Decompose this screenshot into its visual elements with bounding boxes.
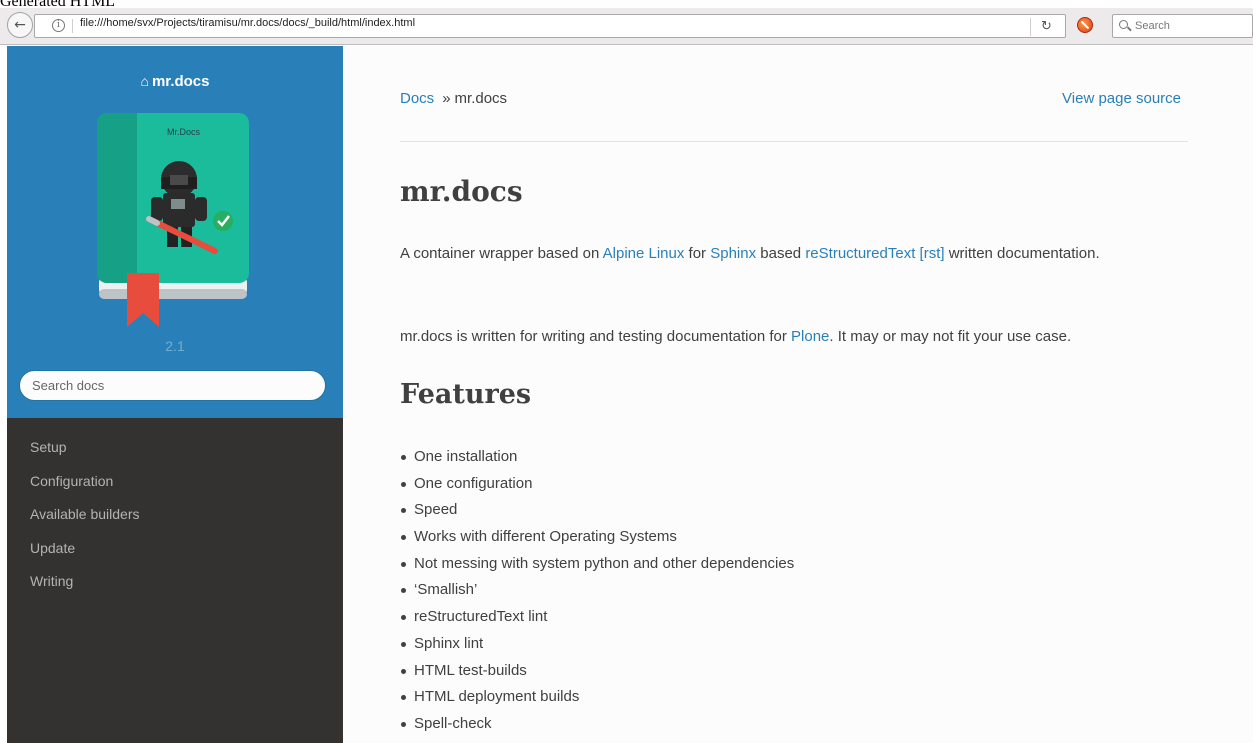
list-item: reStructuredText lint [400, 606, 794, 633]
rst-link[interactable]: reStructuredText [rst] [805, 245, 944, 262]
sidebar-item-update[interactable]: Update [7, 537, 343, 571]
view-page-source-link[interactable]: View page source [1062, 90, 1181, 107]
search-docs-input[interactable] [19, 370, 326, 401]
page-caption: Generated HTML [0, 0, 300, 8]
list-item: One installation [400, 446, 794, 473]
main-content: Docs» mr.docs View page source mr.docs A … [343, 46, 1253, 743]
list-item: HTML deployment builds [400, 686, 794, 713]
breadcrumb-separator: » [442, 90, 451, 107]
breadcrumb: Docs » mr.docs [400, 90, 507, 107]
addon-block-icon[interactable] [1077, 17, 1093, 33]
purpose-paragraph: mr.docs is written for writing and testi… [400, 325, 1200, 349]
check-badge-icon [213, 211, 233, 231]
info-icon[interactable]: i [52, 19, 65, 32]
sidebar: ⌂ mr.docs Mr.Docs 2.1 Search docs Setup … [7, 46, 343, 743]
list-item: HTML test-builds [400, 660, 794, 687]
browser-search-placeholder: Search [1135, 20, 1170, 32]
project-name: mr.docs [151, 73, 210, 90]
intro-text-1: A container wrapper based on [400, 245, 603, 262]
list-item: Works with different Operating Systems [400, 526, 794, 553]
intro-text-3: based [756, 245, 806, 262]
search-icon [1119, 20, 1128, 29]
list-item: Speed [400, 499, 794, 526]
list-item: Sphinx lint [400, 633, 794, 660]
sidebar-item-setup[interactable]: Setup [7, 436, 343, 470]
back-button[interactable]: ← [7, 12, 33, 38]
breadcrumb-docs-link[interactable]: Docs [400, 90, 434, 107]
project-home-link[interactable]: ⌂ mr.docs [7, 73, 343, 90]
bookmark-ribbon [127, 273, 159, 327]
reload-button[interactable]: ↻ [1030, 18, 1062, 36]
mr-docs-logo[interactable]: Mr.Docs [97, 113, 249, 327]
reload-icon: ↻ [1041, 19, 1052, 34]
browser-search-field[interactable]: Search [1112, 14, 1253, 38]
intro-paragraph: A container wrapper based on Alpine Linu… [400, 242, 1160, 266]
url-text[interactable]: file:///home/svx/Projects/tiramisu/mr.do… [80, 17, 415, 29]
url-separator [72, 19, 73, 33]
features-heading: Features [400, 379, 532, 410]
plone-link[interactable]: Plone [791, 328, 829, 345]
home-icon: ⌂ [140, 73, 149, 89]
purpose-text-2: . It may or may not fit your use case. [829, 328, 1072, 345]
version-label: 2.1 [165, 338, 185, 354]
sidebar-item-available-builders[interactable]: Available builders [7, 503, 343, 537]
header-divider [400, 141, 1188, 142]
features-list: One installation One configuration Speed… [400, 446, 794, 740]
alpine-linux-link[interactable]: Alpine Linux [603, 245, 685, 262]
back-arrow-icon: ← [14, 17, 26, 33]
sidebar-nav: Setup Configuration Available builders U… [7, 436, 343, 604]
list-item: ‘Smallish’ [400, 579, 794, 606]
list-item: Not messing with system python and other… [400, 553, 794, 580]
purpose-text-1: mr.docs is written for writing and testi… [400, 328, 792, 345]
page-title: mr.docs [400, 175, 523, 208]
intro-text-2: for [684, 245, 711, 262]
list-item: Spell-check [400, 713, 794, 740]
breadcrumb-current: mr.docs [454, 90, 508, 107]
logo-title: Mr.Docs [167, 127, 201, 137]
list-item: One configuration [400, 473, 794, 500]
intro-text-4: written documentation. [944, 245, 1100, 262]
sidebar-item-configuration[interactable]: Configuration [7, 470, 343, 504]
sphinx-link[interactable]: Sphinx [710, 245, 756, 262]
sidebar-item-writing[interactable]: Writing [7, 570, 343, 604]
sidebar-header: ⌂ mr.docs Mr.Docs 2.1 Search docs [7, 46, 343, 418]
